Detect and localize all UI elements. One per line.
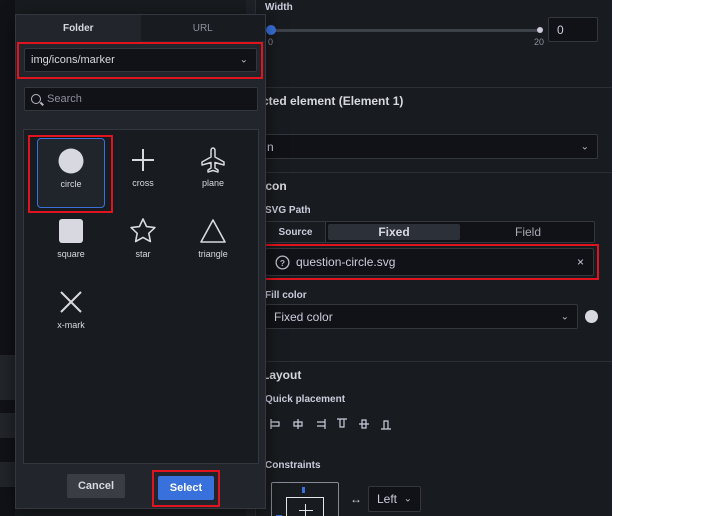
width-slider-thumb[interactable]	[266, 25, 276, 35]
plane-icon	[201, 147, 225, 173]
source-radio-group: Source Fixed Field	[265, 221, 595, 243]
divider	[262, 87, 612, 88]
width-slider-end-mark	[537, 27, 543, 33]
horizontal-constraint-value: Left	[377, 492, 398, 506]
icon-option-plane[interactable]: plane	[179, 138, 247, 208]
constraint-top-handle[interactable]	[302, 487, 305, 493]
plus-icon	[305, 504, 306, 516]
x-mark-icon	[60, 291, 82, 313]
picker-tabs: Folder URL	[16, 15, 265, 41]
width-value: 0	[557, 22, 564, 37]
quick-placement-label: Quick placement	[265, 394, 346, 405]
horizontal-constraint-select[interactable]: Left ⌄	[368, 486, 421, 512]
cross-icon	[132, 149, 154, 171]
highlight-folder-select	[17, 42, 263, 79]
search-icon	[31, 94, 41, 104]
constraint-editor[interactable]	[271, 482, 339, 516]
quick-placement-buttons	[270, 418, 392, 430]
icon-option-label: triangle	[198, 249, 228, 259]
chevron-down-icon: ⌄	[403, 493, 412, 505]
align-vcenter-icon[interactable]	[358, 418, 370, 430]
highlight-selected-icon	[28, 135, 113, 213]
highlight-select-button	[152, 470, 220, 507]
icon-option-triangle[interactable]: triangle	[179, 209, 247, 279]
triangle-icon	[200, 219, 226, 243]
icon-option-square[interactable]: square	[37, 209, 105, 279]
slider-max-tick: 20	[534, 37, 545, 47]
plus-icon	[299, 510, 313, 511]
resource-picker-modal: Folder URL img/icons/marker ⌄ Search cir…	[15, 14, 266, 509]
color-swatch[interactable]	[585, 310, 598, 323]
highlight-file-input	[262, 244, 599, 280]
selected-element-title: cted element (Element 1)	[262, 94, 404, 108]
element-type-select[interactable]: n ⌄	[258, 134, 598, 159]
chevron-down-icon: ⌄	[560, 311, 569, 322]
icon-option-label: plane	[201, 178, 225, 188]
constraints-label: Constraints	[265, 460, 321, 471]
search-input[interactable]: Search	[24, 87, 258, 111]
align-bottom-icon[interactable]	[380, 418, 392, 430]
icon-option-cross[interactable]: cross	[109, 138, 177, 208]
tab-folder[interactable]: Folder	[16, 15, 141, 41]
sidebar-block	[0, 462, 15, 487]
fill-color-label: Fill color	[265, 290, 307, 301]
fill-color-value: Fixed color	[274, 309, 333, 324]
chevron-down-icon: ⌄	[580, 141, 589, 152]
icon-option-label: square	[57, 249, 85, 259]
icon-option-label: cross	[132, 178, 154, 188]
element-type-value: n	[267, 139, 274, 154]
tab-url[interactable]: URL	[140, 15, 265, 41]
divider	[262, 172, 612, 173]
cancel-button[interactable]: Cancel	[67, 474, 125, 498]
source-label: Source	[266, 222, 326, 242]
svg-path-label: SVG Path	[265, 205, 311, 216]
source-option-fixed[interactable]: Fixed	[328, 224, 460, 240]
align-hcenter-icon[interactable]	[292, 418, 304, 430]
align-right-icon[interactable]	[314, 418, 326, 430]
search-placeholder: Search	[47, 93, 82, 105]
star-icon	[130, 218, 156, 243]
horizontal-arrow-icon: ↔	[350, 492, 362, 506]
layout-section-title: Layout	[262, 368, 302, 382]
icon-option-label: x-mark	[57, 320, 85, 330]
source-option-field[interactable]: Field	[462, 222, 594, 242]
align-top-icon[interactable]	[336, 418, 348, 430]
left-sidebar-strip	[0, 0, 15, 516]
fill-color-select[interactable]: Fixed color ⌄	[265, 304, 578, 329]
icon-option-x-mark[interactable]: x-mark	[37, 280, 105, 350]
width-slider-track[interactable]	[270, 29, 540, 32]
divider	[262, 361, 612, 362]
square-icon	[59, 219, 83, 243]
constraint-element-box	[286, 497, 324, 516]
icon-option-star[interactable]: star	[109, 209, 177, 279]
sidebar-block	[0, 413, 15, 438]
icon-option-label: star	[135, 249, 151, 259]
sidebar-block	[0, 355, 15, 400]
width-label: Width	[265, 2, 293, 13]
align-left-icon[interactable]	[270, 418, 282, 430]
slider-min-tick: 0	[268, 37, 274, 47]
width-value-input[interactable]: 0	[548, 17, 598, 42]
